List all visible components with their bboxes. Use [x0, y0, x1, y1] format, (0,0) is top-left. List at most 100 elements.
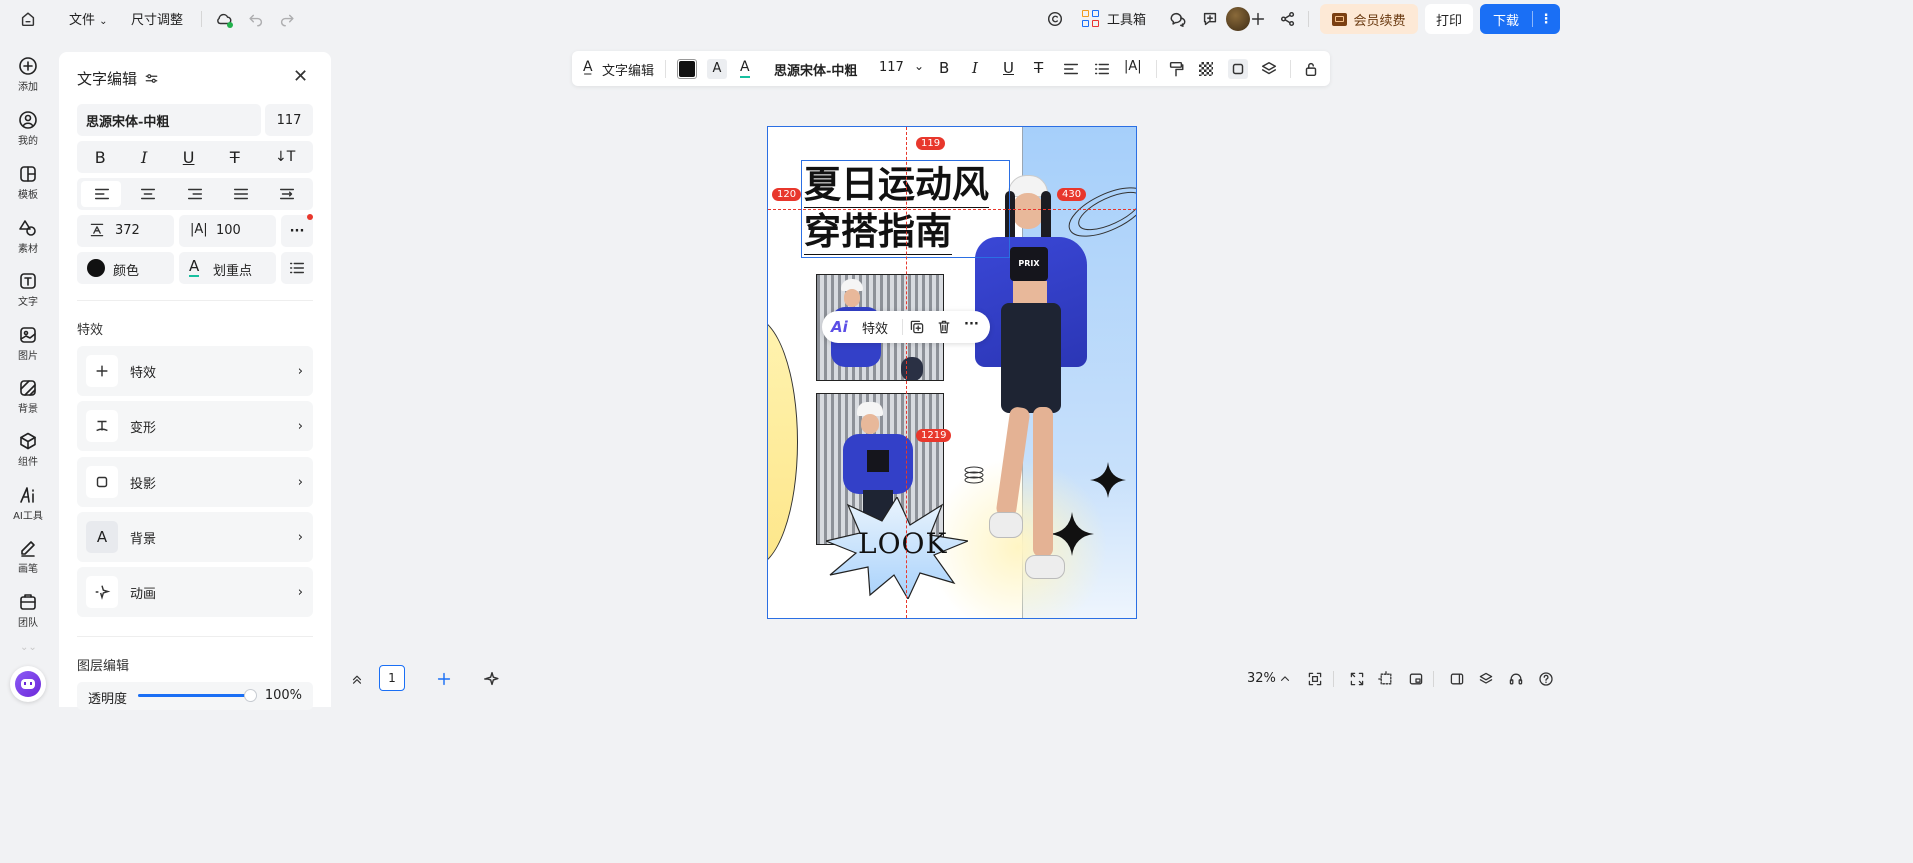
rail-item-material[interactable]: 素材 [0, 218, 56, 268]
page-number-button[interactable]: 1 [379, 665, 405, 691]
text-edit-button[interactable]: 文字编辑 [602, 60, 654, 79]
animation-icon[interactable] [483, 670, 501, 688]
font-family-select[interactable]: 思源宋体-中粗 [77, 104, 261, 136]
share-icon[interactable] [1278, 9, 1298, 29]
font-size-input[interactable]: 117 [265, 104, 313, 136]
effect-row-warp[interactable]: 变形 › [77, 401, 313, 451]
font-family-select[interactable]: 思源宋体-中粗 [774, 60, 860, 79]
strikethrough-icon[interactable]: T [1034, 59, 1043, 77]
delete-icon[interactable] [935, 318, 953, 336]
yellow-blob [768, 317, 798, 567]
more-horizontal-icon[interactable]: ··· [964, 317, 979, 332]
rail-item-pen[interactable]: 画笔 [0, 538, 56, 588]
background-icon [20, 380, 36, 396]
align-left-icon[interactable] [1061, 59, 1081, 79]
opacity-slider-track[interactable] [138, 689, 257, 702]
text-stroke-icon[interactable]: A [707, 59, 727, 79]
italic-icon[interactable]: I [972, 59, 978, 77]
vip-renew-button[interactable]: 会员续费 [1320, 4, 1418, 34]
bold-icon[interactable]: B [939, 59, 949, 77]
effect-row-shadow[interactable]: 投影 › [77, 457, 313, 507]
grid-guides-icon[interactable] [1377, 670, 1395, 688]
zoom-level[interactable]: 32% [1247, 671, 1276, 686]
divider [1308, 11, 1309, 27]
rail-item-component[interactable]: 组件 [0, 431, 56, 481]
effect-row-effects[interactable]: 特效 › [77, 346, 313, 396]
toolbox-icon[interactable] [1082, 10, 1100, 28]
italic-icon[interactable]: I [141, 148, 147, 167]
list-button[interactable] [281, 252, 313, 284]
design-canvas[interactable]: PRIX LOOK 夏日运动风 穿搭指南 119 120 430 1219 [767, 126, 1137, 619]
underline-icon[interactable]: U [1003, 59, 1014, 77]
rail-item-ai-tools[interactable]: AI工具 [0, 485, 56, 535]
layers-icon[interactable] [1477, 670, 1495, 688]
effect-row-background[interactable]: A 背景 › [77, 512, 313, 562]
rail-item-mine[interactable]: 我的 [0, 110, 56, 160]
letter-spacing-input[interactable]: |A| 100 [179, 215, 276, 247]
highlight-icon[interactable]: A [740, 58, 750, 78]
transparency-icon[interactable] [1199, 62, 1213, 76]
align-left-icon[interactable] [93, 185, 111, 203]
distribute-icon[interactable] [278, 185, 296, 203]
fit-screen-icon[interactable] [1306, 670, 1324, 688]
chevron-up-icon[interactable] [1276, 670, 1294, 688]
highlight-button[interactable]: A 划重点 [179, 252, 276, 284]
close-icon[interactable]: ✕ [293, 66, 308, 87]
file-menu[interactable]: 文件 ⌄ [69, 9, 108, 28]
letter-spacing-icon[interactable]: |A| [1124, 59, 1142, 74]
align-justify-icon[interactable] [232, 185, 250, 203]
settings-sliders-icon[interactable] [143, 70, 159, 86]
print-button[interactable]: 打印 [1425, 4, 1473, 34]
format-painter-icon[interactable] [1166, 59, 1186, 79]
rail-item-background[interactable]: 背景 [0, 378, 56, 428]
cloud-saved-icon[interactable] [214, 9, 234, 29]
text-color-button[interactable]: 颜色 [77, 252, 174, 284]
chevron-down-icon[interactable]: ⌄ [914, 59, 924, 73]
underline-icon[interactable]: U [183, 148, 195, 167]
rail-item-image[interactable]: 图片 [0, 325, 56, 375]
bold-icon[interactable]: B [95, 148, 106, 167]
add-collaborator-icon[interactable] [1248, 9, 1268, 29]
ai-icon[interactable]: Ai [831, 318, 848, 336]
rail-item-template[interactable]: 模板 [0, 164, 56, 214]
rail-item-team[interactable]: 团队 [0, 592, 56, 642]
strikethrough-icon[interactable]: T [230, 148, 240, 167]
download-button[interactable]: 下载 ⋮ [1480, 4, 1560, 34]
avatar[interactable] [1226, 7, 1250, 31]
lock-icon[interactable] [1301, 59, 1321, 79]
resize-button[interactable]: 尺寸调整 [131, 9, 183, 28]
collapse-up-icon[interactable] [348, 670, 366, 688]
font-size-input[interactable]: 117 [879, 60, 904, 75]
panel-toggle-icon[interactable] [1448, 670, 1466, 688]
toolbox-button[interactable]: 工具箱 [1107, 9, 1146, 28]
team-icon [20, 594, 36, 610]
add-page-icon[interactable] [435, 670, 453, 688]
copyright-icon[interactable] [1045, 9, 1065, 29]
more-options-button[interactable]: ··· [281, 214, 313, 247]
help-icon[interactable] [1537, 670, 1555, 688]
rail-item-add[interactable]: 添加 [0, 56, 56, 106]
align-right-icon[interactable] [186, 185, 204, 203]
text-color-button[interactable] [677, 59, 697, 79]
add-comment-icon[interactable] [1200, 9, 1220, 29]
list-icon[interactable] [1092, 59, 1112, 79]
home-icon[interactable] [18, 9, 38, 29]
effect-button[interactable]: 特效 [862, 318, 888, 337]
effect-row-animation[interactable]: 动画 › [77, 567, 313, 617]
fullscreen-icon[interactable] [1348, 670, 1366, 688]
opacity-slider-handle[interactable] [244, 689, 257, 702]
layers-icon[interactable] [1259, 59, 1279, 79]
duplicate-icon[interactable] [908, 318, 926, 336]
border-icon[interactable] [1228, 59, 1248, 79]
line-height-input[interactable]: 372 [77, 215, 174, 247]
undo-icon[interactable] [246, 9, 266, 29]
more-vertical-icon[interactable]: ⋮ [1533, 12, 1559, 27]
redo-icon[interactable] [277, 9, 297, 29]
wechat-icon[interactable] [1168, 9, 1188, 29]
mini-map-icon[interactable] [1407, 670, 1425, 688]
rail-item-text[interactable]: 文字 [0, 271, 56, 321]
support-icon[interactable] [1507, 670, 1525, 688]
align-center-icon[interactable] [139, 185, 157, 203]
vertical-text-icon[interactable]: ↓T [275, 149, 295, 165]
assistant-button[interactable] [10, 666, 46, 702]
